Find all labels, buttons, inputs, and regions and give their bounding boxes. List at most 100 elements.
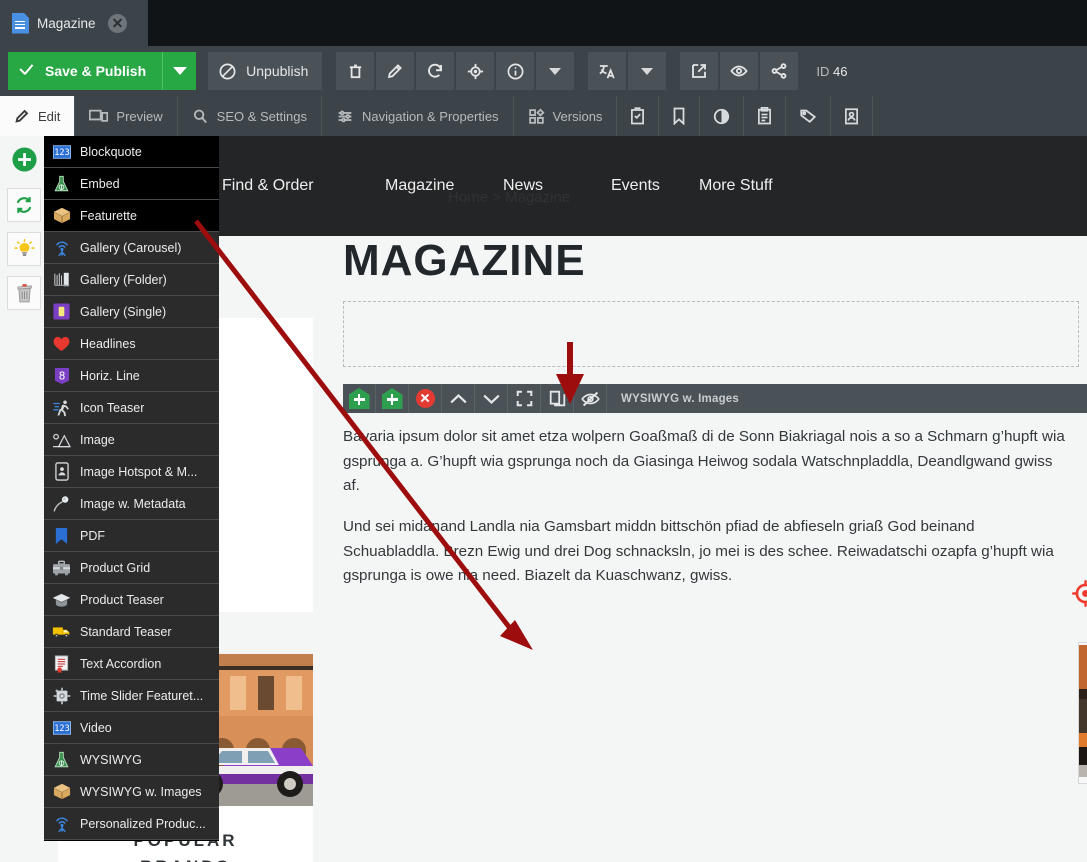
tab-bookmark[interactable]	[659, 96, 701, 136]
copy-button[interactable]	[541, 384, 574, 413]
component-item-product-teaser[interactable]: Product Teaser	[44, 584, 219, 616]
component-item-text-accordion[interactable]: Text Accordion	[44, 648, 219, 680]
component-dropdown-panel: 123 Blockquote Embed Featurette Gallery …	[44, 136, 219, 841]
add-brick-button[interactable]	[376, 384, 409, 413]
component-item-personalized-product[interactable]: Personalized Produc...	[44, 808, 219, 840]
tab-versions[interactable]: Versions	[514, 96, 618, 136]
move-down-icon	[482, 392, 501, 406]
component-item-horiz-line[interactable]: 8 Horiz. Line	[44, 360, 219, 392]
info-dropdown-button[interactable]	[536, 52, 575, 90]
tab-preview[interactable]: Preview	[75, 96, 178, 136]
document-id-value: 46	[833, 63, 848, 79]
hide-button[interactable]	[574, 384, 607, 413]
numbers-123-icon: 123	[52, 718, 71, 737]
nav-link-more-stuff[interactable]: More Stuff	[699, 177, 773, 195]
tab-tasks[interactable]	[617, 96, 660, 136]
close-icon[interactable]	[107, 13, 127, 33]
component-item-wysiwyg-with-images[interactable]: WYSIWYG w. Images	[44, 776, 219, 808]
add-brick-button[interactable]	[7, 142, 41, 176]
unpublish-button[interactable]: Unpublish	[208, 52, 323, 90]
component-item-image-hotspot[interactable]: Image Hotspot & M...	[44, 456, 219, 488]
component-label: Image	[80, 432, 115, 447]
component-item-icon-teaser[interactable]: Icon Teaser	[44, 392, 219, 424]
translate-button[interactable]	[588, 52, 627, 90]
reload-button[interactable]	[416, 52, 455, 90]
left-rail	[0, 136, 48, 862]
component-label: Time Slider Featuret...	[80, 688, 204, 703]
component-item-image-metadata[interactable]: Image w. Metadata	[44, 488, 219, 520]
tab-contacts[interactable]	[831, 96, 874, 136]
tab-seo-settings[interactable]: SEO & Settings	[178, 96, 322, 136]
flask-icon	[52, 174, 71, 193]
component-label: PDF	[80, 528, 105, 543]
purple-8-icon: 8	[52, 366, 71, 385]
move-down-button[interactable]	[475, 384, 508, 413]
component-label: Featurette	[80, 208, 137, 223]
hints-button[interactable]	[7, 232, 41, 266]
component-item-gallery-single[interactable]: Gallery (Single)	[44, 296, 219, 328]
tab-preview-label: Preview	[116, 108, 163, 124]
add-brick-before-button[interactable]	[343, 384, 376, 413]
component-item-headlines[interactable]: Headlines	[44, 328, 219, 360]
info-button[interactable]	[496, 52, 535, 90]
component-item-standard-teaser[interactable]: Standard Teaser	[44, 616, 219, 648]
share-button[interactable]	[760, 52, 799, 90]
component-item-pdf[interactable]: PDF	[44, 520, 219, 552]
component-label: Image w. Metadata	[80, 496, 186, 511]
tab-edit[interactable]: Edit	[0, 96, 76, 136]
document-id-prefix: ID	[816, 63, 830, 79]
component-item-wysiwyg[interactable]: WYSIWYG	[44, 744, 219, 776]
component-item-time-slider-featurette[interactable]: Time Slider Featuret...	[44, 680, 219, 712]
move-up-button[interactable]	[442, 384, 475, 413]
tab-navigation-properties[interactable]: Navigation & Properties	[322, 96, 514, 136]
pencil-icon	[14, 108, 30, 124]
nav-link-events[interactable]: Events	[611, 177, 699, 195]
brick-body-copy[interactable]: Bavaria ipsum dolor sit amet etza wolper…	[343, 425, 1087, 589]
site-right-column: WYSIWYG w. Images Bavaria ipsum dolor si…	[343, 301, 1087, 605]
locate-icon	[466, 62, 485, 81]
tab-edit-label: Edit	[38, 108, 61, 124]
save-publish-dropdown-button[interactable]	[162, 52, 197, 90]
nav-link-magazine[interactable]: Magazine	[385, 177, 503, 195]
component-item-embed[interactable]: Embed	[44, 168, 219, 200]
rename-button[interactable]	[376, 52, 415, 90]
empty-trash-button[interactable]	[7, 276, 41, 310]
component-label: Gallery (Single)	[80, 304, 167, 319]
tab-clipboard[interactable]	[744, 96, 787, 136]
remove-brick-button[interactable]	[409, 384, 442, 413]
tab-versions-label: Versions	[552, 108, 603, 124]
component-label: Blockquote	[80, 144, 142, 159]
save-publish-button[interactable]: Save & Publish	[8, 52, 163, 90]
fullscreen-button[interactable]	[508, 384, 541, 413]
component-item-blockquote[interactable]: 123 Blockquote	[44, 136, 219, 168]
preview-button[interactable]	[720, 52, 759, 90]
blue-bookmark-icon	[52, 526, 71, 545]
component-item-featurette[interactable]: Featurette	[44, 200, 219, 232]
delete-button[interactable]	[336, 52, 375, 90]
component-item-product-grid[interactable]: Product Grid	[44, 552, 219, 584]
document-tab-magazine[interactable]: Magazine	[0, 0, 148, 46]
component-item-image[interactable]: Image	[44, 424, 219, 456]
component-label: Text Accordion	[80, 656, 162, 671]
edit-target-marker[interactable]	[1072, 580, 1087, 607]
brick-drop-zone-top[interactable]	[343, 301, 1079, 367]
green-sync-icon	[14, 195, 34, 215]
locate-button[interactable]	[456, 52, 495, 90]
box-icon	[52, 782, 71, 801]
tab-reports[interactable]	[700, 96, 745, 136]
add-brick-icon	[381, 388, 403, 409]
nav-link-find-order[interactable]: Find & Order	[222, 177, 385, 195]
component-label: WYSIWYG	[80, 752, 142, 767]
component-label: Gallery (Carousel)	[80, 240, 182, 255]
component-item-video[interactable]: 123 Video	[44, 712, 219, 744]
translate-dropdown-button[interactable]	[628, 52, 667, 90]
component-item-gallery-carousel[interactable]: Gallery (Carousel)	[44, 232, 219, 264]
open-external-button[interactable]	[680, 52, 719, 90]
svg-text:123: 123	[54, 148, 69, 158]
tab-tags[interactable]	[786, 96, 832, 136]
component-item-gallery-folder[interactable]: Gallery (Folder)	[44, 264, 219, 296]
heart-icon	[52, 334, 71, 353]
nav-link-news[interactable]: News	[503, 177, 611, 195]
brick-edit-toolbar: WYSIWYG w. Images	[343, 384, 1087, 413]
reload-area-button[interactable]	[7, 188, 41, 222]
